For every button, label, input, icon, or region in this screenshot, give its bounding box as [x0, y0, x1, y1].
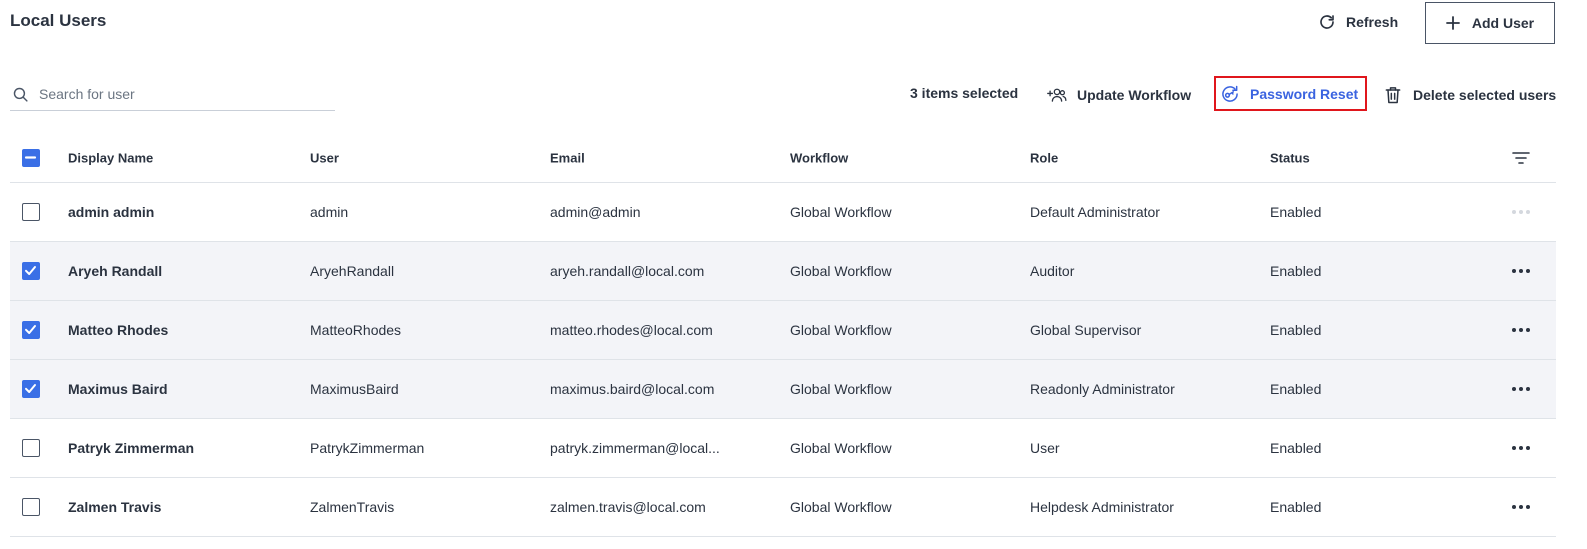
plus-icon: [1445, 16, 1460, 30]
more-horizontal-icon[interactable]: [1510, 442, 1532, 454]
delete-selected-button[interactable]: Delete selected users: [1383, 85, 1556, 105]
update-workflow-button[interactable]: Update Workflow: [1047, 85, 1191, 105]
column-header-status[interactable]: Status: [1270, 151, 1310, 166]
update-workflow-label: Update Workflow: [1077, 87, 1192, 103]
cell-display-name: Aryeh Randall: [68, 263, 163, 279]
key-reset-icon: [1222, 85, 1238, 102]
users-table: Display Name User Email Workflow Role St…: [10, 134, 1556, 537]
filter-icon[interactable]: [1512, 151, 1530, 165]
cell-display-name: Zalmen Travis: [68, 499, 162, 515]
column-header-email[interactable]: Email: [550, 151, 585, 166]
cell-role: Helpdesk Administrator: [1030, 499, 1174, 515]
cell-email: maximus.baird@local.com: [550, 381, 715, 397]
password-reset-button[interactable]: Password Reset: [1214, 76, 1368, 111]
row-checkbox[interactable]: [22, 203, 40, 221]
cell-display-name: Matteo Rhodes: [68, 322, 169, 338]
table-row[interactable]: Patryk Zimmerman PatrykZimmerman patryk.…: [10, 419, 1556, 478]
cell-email: matteo.rhodes@local.com: [550, 322, 713, 338]
cell-status: Enabled: [1270, 263, 1322, 279]
cell-user: AryehRandall: [310, 263, 395, 279]
cell-workflow: Global Workflow: [790, 204, 892, 220]
search-icon: [13, 87, 28, 102]
check-icon: [25, 266, 36, 275]
minus-icon: [24, 156, 37, 159]
delete-selected-label: Delete selected users: [1413, 87, 1557, 103]
table-row[interactable]: Maximus Baird MaximusBaird maximus.baird…: [10, 360, 1556, 419]
refresh-button[interactable]: Refresh: [1318, 8, 1398, 36]
more-horizontal-icon[interactable]: [1510, 265, 1532, 277]
column-header-workflow[interactable]: Workflow: [790, 151, 848, 166]
cell-email: patryk.zimmerman@local...: [550, 440, 720, 456]
row-checkbox[interactable]: [22, 439, 40, 457]
row-checkbox[interactable]: [22, 321, 40, 339]
check-icon: [25, 325, 36, 334]
selected-count: 3 items selected: [910, 85, 1019, 101]
cell-status: Enabled: [1270, 381, 1322, 397]
cell-email: aryeh.randall@local.com: [550, 263, 705, 279]
cell-email: zalmen.travis@local.com: [550, 499, 706, 515]
select-all-checkbox[interactable]: [22, 149, 40, 167]
check-icon: [25, 384, 36, 393]
refresh-label: Refresh: [1346, 14, 1399, 30]
more-horizontal-icon[interactable]: [1510, 383, 1532, 395]
cell-display-name: admin admin: [68, 204, 155, 220]
cell-status: Enabled: [1270, 440, 1322, 456]
search-bar: [10, 78, 335, 111]
table-row[interactable]: Zalmen Travis ZalmenTravis zalmen.travis…: [10, 478, 1556, 537]
row-checkbox[interactable]: [22, 380, 40, 398]
cell-display-name: Maximus Baird: [68, 381, 168, 397]
cell-display-name: Patryk Zimmerman: [68, 440, 195, 456]
row-checkbox[interactable]: [22, 262, 40, 280]
cell-workflow: Global Workflow: [790, 381, 892, 397]
more-horizontal-icon[interactable]: [1510, 501, 1532, 513]
cell-user: PatrykZimmerman: [310, 440, 425, 456]
cell-workflow: Global Workflow: [790, 499, 892, 515]
users-plus-icon: [1047, 88, 1067, 102]
cell-status: Enabled: [1270, 499, 1322, 515]
cell-role: Readonly Administrator: [1030, 381, 1175, 397]
column-header-display-name[interactable]: Display Name: [68, 151, 153, 166]
trash-icon: [1385, 87, 1401, 104]
table-row[interactable]: Aryeh Randall AryehRandall aryeh.randall…: [10, 242, 1556, 301]
cell-role: Auditor: [1030, 263, 1075, 279]
column-header-user[interactable]: User: [310, 151, 339, 166]
cell-user: MaximusBaird: [310, 381, 399, 397]
refresh-icon: [1320, 15, 1334, 29]
cell-user: MatteoRhodes: [310, 322, 402, 338]
cell-user: admin: [310, 204, 349, 220]
row-checkbox[interactable]: [22, 498, 40, 516]
cell-workflow: Global Workflow: [790, 322, 892, 338]
cell-workflow: Global Workflow: [790, 440, 892, 456]
cell-workflow: Global Workflow: [790, 263, 892, 279]
more-horizontal-icon: [1510, 206, 1532, 218]
add-user-button[interactable]: Add User: [1425, 2, 1555, 44]
cell-role: Global Supervisor: [1030, 322, 1142, 338]
cell-role: User: [1030, 440, 1060, 456]
password-reset-label: Password Reset: [1250, 85, 1359, 102]
page-title: Local Users: [10, 11, 107, 30]
cell-status: Enabled: [1270, 204, 1322, 220]
more-horizontal-icon[interactable]: [1510, 324, 1532, 336]
cell-role: Default Administrator: [1030, 204, 1160, 220]
cell-email: admin@admin: [550, 204, 641, 220]
search-input[interactable]: [39, 86, 319, 102]
cell-user: ZalmenTravis: [310, 499, 395, 515]
cell-status: Enabled: [1270, 322, 1322, 338]
table-row[interactable]: admin admin admin admin@admin Global Wor…: [10, 183, 1556, 242]
column-header-role[interactable]: Role: [1030, 151, 1058, 166]
table-header: Display Name User Email Workflow Role St…: [10, 134, 1556, 183]
table-row[interactable]: Matteo Rhodes MatteoRhodes matteo.rhodes…: [10, 301, 1556, 360]
add-user-label: Add User: [1471, 15, 1535, 31]
